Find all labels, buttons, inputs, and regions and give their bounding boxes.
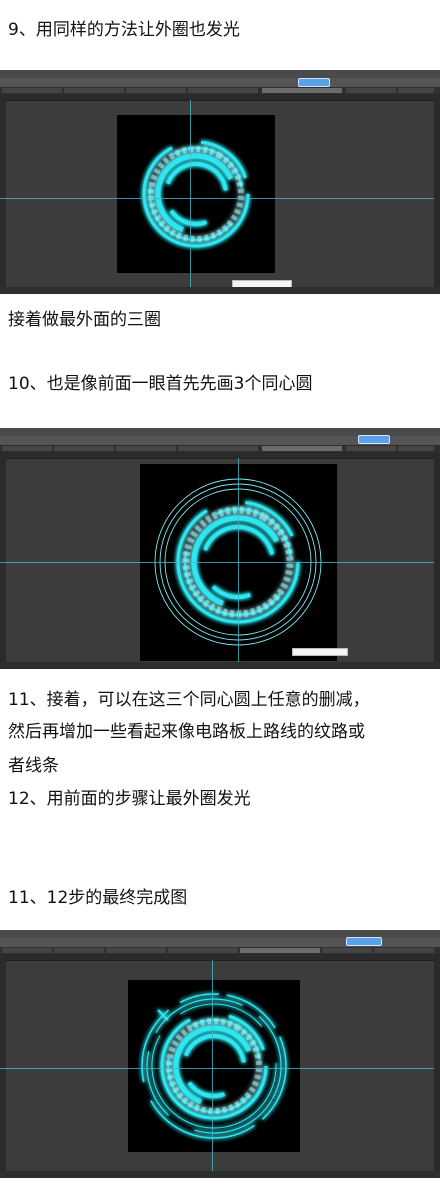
step-12-heading: 12、用前面的步骤让最外圈发光	[8, 789, 251, 809]
step-11-line-1: 11、接着，可以在这三个同心圆上任意的删减，	[8, 690, 370, 710]
toolbox	[434, 954, 440, 1171]
ruler-top	[0, 954, 440, 961]
hud-circle-stage-1	[142, 140, 250, 248]
document-tabs	[0, 445, 440, 452]
photoshop-screenshot-2: ■■ ■■ ■■ ■■ ■■ ■■ ■■ ■■ ■■	[0, 428, 440, 669]
photoshop-screenshot-1: ■■ ■■ ■■ ■■ ■■ ■■ ■■ ■■ ■■	[0, 70, 440, 294]
toolbox	[434, 452, 440, 662]
canvas	[128, 980, 300, 1152]
guide-vertical	[212, 960, 213, 1171]
cloud-button	[346, 937, 382, 946]
status-bar	[0, 287, 440, 294]
cloud-button	[358, 435, 390, 444]
canvas	[117, 115, 275, 273]
guide-vertical	[190, 100, 191, 287]
step-9-note: 接着做最外面的三圈	[8, 310, 161, 330]
document-tabs	[0, 87, 440, 94]
ruler-top	[0, 452, 440, 459]
step-11-line-2: 然后再增加一些看起来像电路板上路线的纹路或	[8, 722, 365, 742]
ruler-left	[0, 960, 6, 1171]
toolbox	[434, 94, 440, 287]
options-bar	[0, 78, 440, 87]
guide-vertical	[238, 458, 239, 662]
status-bar	[0, 662, 440, 669]
menu-bar: ■■ ■■ ■■ ■■ ■■ ■■ ■■ ■■ ■■	[0, 70, 440, 86]
hud-circle-final	[141, 993, 287, 1139]
ruler-left	[0, 458, 6, 662]
step-11-line-3: 者线条	[8, 756, 59, 776]
document-tabs	[0, 947, 440, 954]
cloud-button	[298, 78, 330, 87]
photoshop-screenshot-3: ■■ ■■ ■■ ■■ ■■ ■■ ■■ ■■ ■■	[0, 930, 440, 1178]
ruler-left	[0, 100, 6, 287]
guide-horizontal	[0, 562, 434, 563]
guide-horizontal	[0, 1068, 434, 1069]
step-10-heading: 10、也是像前面一眼首先先画3个同心圆	[8, 374, 313, 394]
status-bar	[0, 1171, 440, 1178]
step-9-heading: 9、用同样的方法让外圈也发光	[8, 20, 240, 40]
ruler-top	[0, 94, 440, 101]
guide-horizontal	[0, 198, 434, 199]
final-heading: 11、12步的最终完成图	[8, 888, 188, 908]
ime-toolbar	[292, 648, 348, 656]
